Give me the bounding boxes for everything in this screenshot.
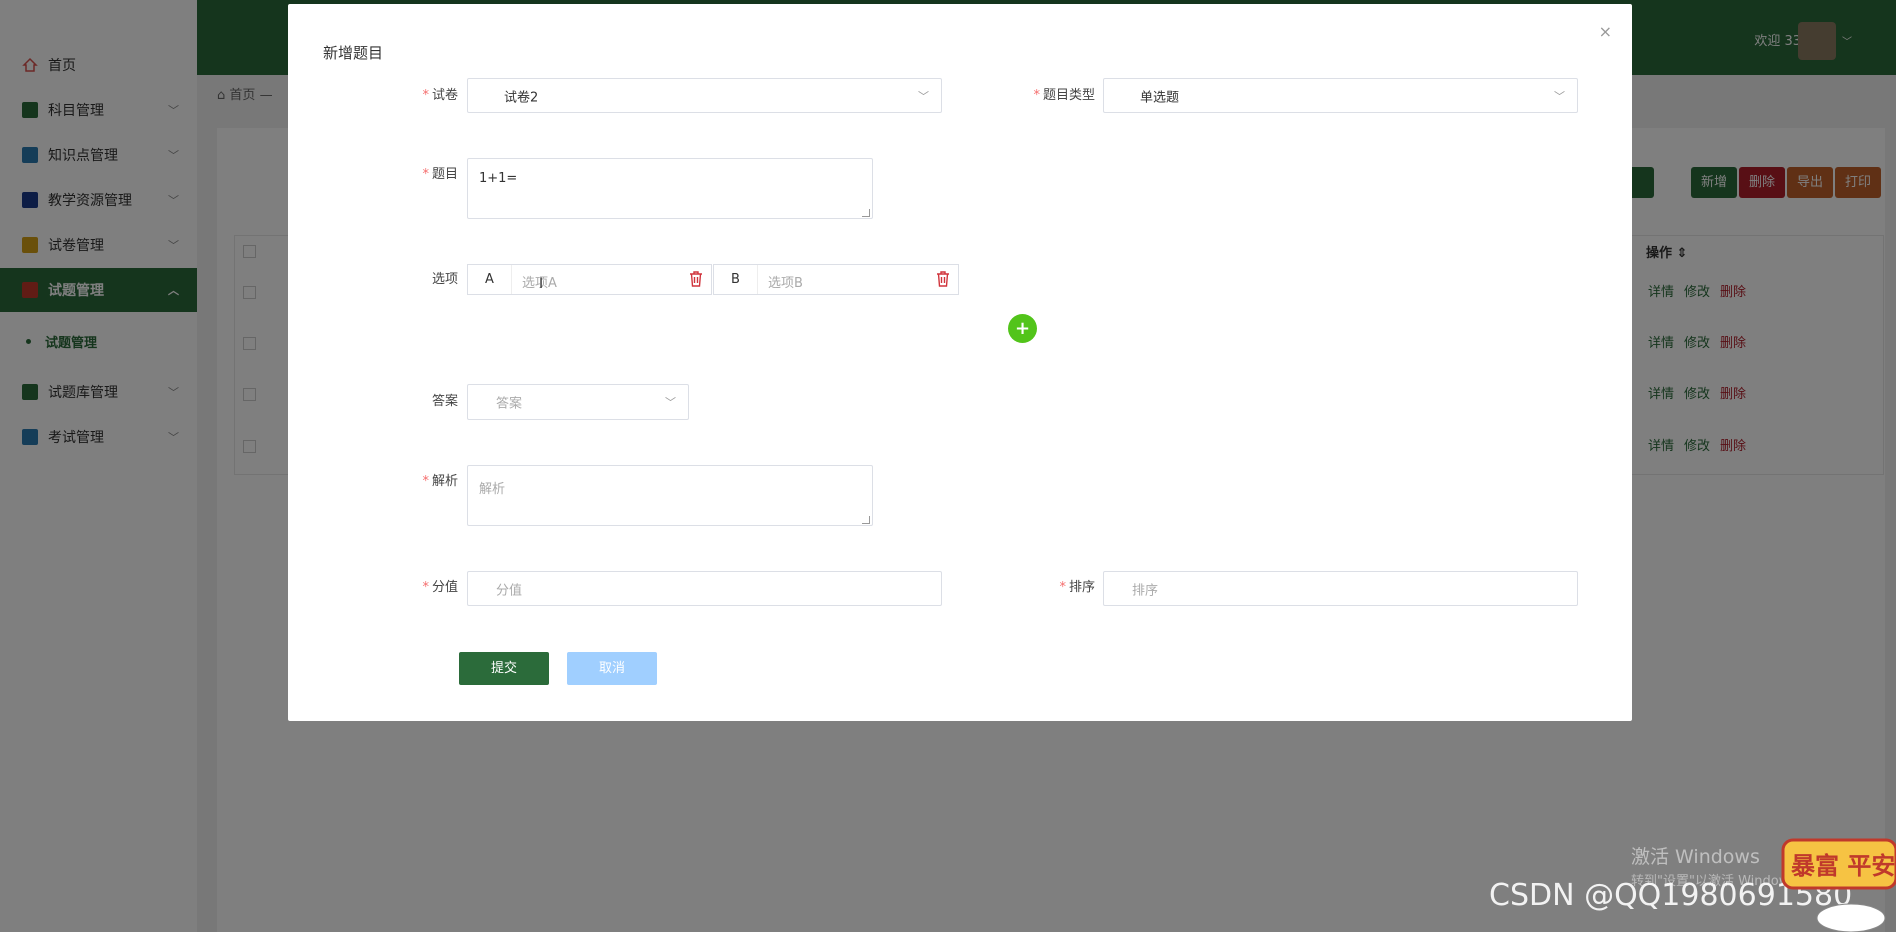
- add-option-button[interactable]: +: [1008, 314, 1037, 343]
- submit-button[interactable]: 提交: [459, 652, 549, 685]
- score-input[interactable]: 分值: [467, 571, 942, 606]
- options-label: 选项: [431, 272, 458, 287]
- option-placeholder: 选项B: [768, 276, 803, 291]
- chevron-down-icon: ﹀: [918, 89, 929, 103]
- trash-icon[interactable]: [689, 271, 703, 287]
- score-label: * 分值: [422, 580, 458, 595]
- chevron-down-icon: ﹀: [665, 396, 676, 409]
- option-letter: A: [468, 265, 512, 294]
- order-label: * 排序: [1059, 580, 1095, 595]
- close-icon[interactable]: ×: [1599, 22, 1612, 41]
- sticker-image: 暴富 平安: [1781, 830, 1896, 932]
- answer-select[interactable]: 答案 ﹀: [467, 384, 689, 420]
- option-input-b[interactable]: B 选项B: [713, 264, 959, 295]
- windows-activation-watermark: 激活 Windows: [1631, 846, 1760, 868]
- analysis-label: * 解析: [422, 474, 458, 489]
- question-type-select[interactable]: 单选题 ﹀: [1103, 78, 1578, 113]
- question-label: * 题目: [422, 167, 458, 182]
- paper-select-value: 试卷2: [504, 90, 539, 105]
- score-placeholder: 分值: [496, 583, 523, 598]
- trash-icon[interactable]: [936, 271, 950, 287]
- option-input-a[interactable]: A 选项A: [467, 264, 712, 295]
- question-type-value: 单选题: [1140, 90, 1180, 105]
- answer-placeholder: 答案: [496, 396, 523, 412]
- answer-label: 答案: [431, 394, 458, 409]
- question-textarea[interactable]: 1+1=: [467, 158, 873, 219]
- paper-select[interactable]: 试卷2 ﹀: [467, 78, 942, 113]
- order-placeholder: 排序: [1132, 583, 1159, 598]
- resize-handle[interactable]: [862, 209, 870, 217]
- resize-handle[interactable]: [862, 516, 870, 524]
- order-input[interactable]: 排序: [1103, 571, 1578, 606]
- chevron-down-icon: ﹀: [1554, 89, 1565, 103]
- cancel-button[interactable]: 取消: [567, 652, 657, 685]
- paper-label: * 试卷: [422, 88, 458, 103]
- analysis-textarea[interactable]: 解析: [467, 465, 873, 526]
- dialog-title: 新增题目: [323, 44, 384, 62]
- question-text: 1+1=: [479, 171, 518, 186]
- question-type-label: * 题目类型: [1033, 88, 1095, 103]
- text-cursor-icon: I: [539, 276, 544, 292]
- sticker-text: 暴富 平安: [1791, 852, 1895, 880]
- analysis-placeholder: 解析: [479, 482, 506, 497]
- option-letter: B: [714, 265, 758, 294]
